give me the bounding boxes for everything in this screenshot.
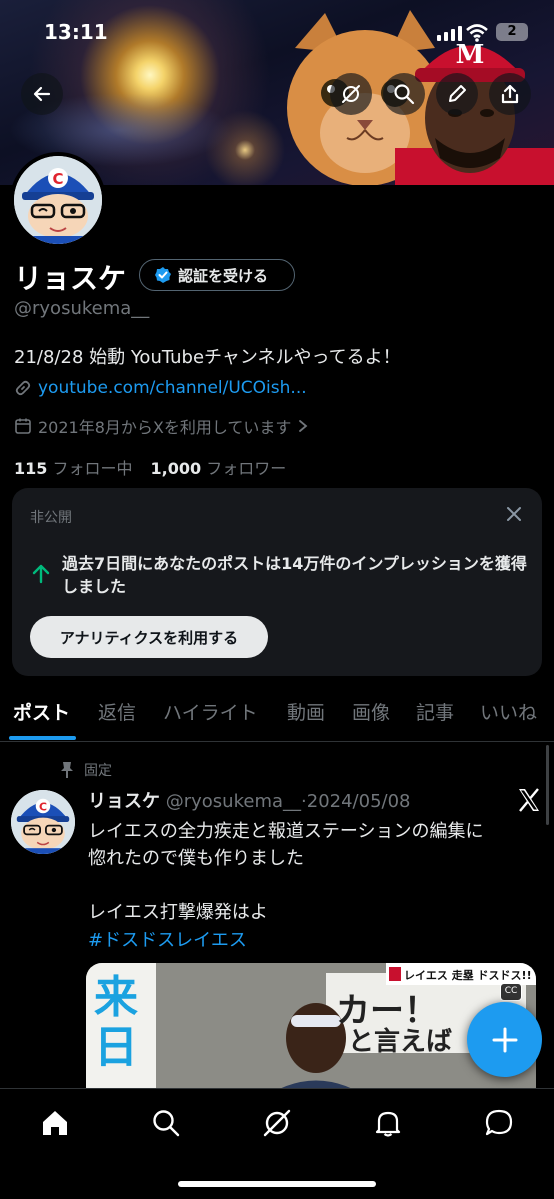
card-message: 過去7日間にあなたのポストは14万件のインプレッションを獲得しました xyxy=(30,552,530,598)
cellular-signal-icon xyxy=(437,26,462,41)
edit-icon xyxy=(449,85,466,102)
svg-text:C: C xyxy=(39,800,47,813)
profile-link-text[interactable]: youtube.com/channel/UCOish... xyxy=(38,378,307,398)
post-text-line-1: レイエスの全力疾走と報道ステーションの編集に xyxy=(88,821,484,842)
bell-icon xyxy=(375,1111,401,1137)
home-icon xyxy=(43,1111,67,1135)
pinned-label: 固定 xyxy=(84,763,112,779)
home-indicator xyxy=(178,1181,376,1187)
messages-icon xyxy=(485,1109,513,1136)
profile-joined[interactable]: 2021年8月からXを利用しています xyxy=(14,414,309,438)
arrow-up-icon xyxy=(32,564,50,584)
scrollbar[interactable] xyxy=(546,745,549,825)
post-date[interactable]: 2024/05/08 xyxy=(307,791,411,812)
nav-messages[interactable] xyxy=(482,1106,516,1140)
analytics-card: 非公開 過去7日間にあなたのポストは14万件のインプレッションを獲得しました ア… xyxy=(12,488,542,676)
grok-icon xyxy=(342,85,360,103)
followers-count: 1,000 xyxy=(150,459,202,478)
profile-bio: 21/8/28 始動 YouTubeチャンネルやってるよ！ xyxy=(14,347,401,368)
share-button[interactable] xyxy=(489,73,531,115)
post-header: リョスケ @ryosukema__·2024/05/08 xyxy=(88,787,411,813)
followers-link[interactable]: 1,000 フォロワー xyxy=(151,455,287,479)
post-author[interactable]: リョスケ xyxy=(88,791,160,812)
post-text-line-2: 惚れたので僕も作りました xyxy=(88,848,304,869)
search-icon xyxy=(394,84,415,105)
profile-link[interactable]: youtube.com/channel/UCOish... xyxy=(14,378,307,398)
get-verified-label: 認証を受ける xyxy=(178,266,269,285)
svg-text:C: C xyxy=(52,170,63,188)
battery-indicator: 2 xyxy=(496,23,528,41)
share-icon xyxy=(501,84,519,104)
active-tab-indicator xyxy=(9,736,76,740)
profile-tabs: ポスト 返信 ハイライト 動画 画像 記事 いいね xyxy=(0,690,554,742)
nav-notifications[interactable] xyxy=(371,1106,405,1140)
verified-badge-icon xyxy=(155,267,171,283)
following-link[interactable]: 115 フォロー中 xyxy=(14,455,133,479)
arrow-left-icon xyxy=(33,86,51,102)
nav-home[interactable] xyxy=(38,1106,72,1140)
nav-search[interactable] xyxy=(149,1106,183,1140)
card-private-label: 非公開 xyxy=(30,510,72,526)
use-analytics-button[interactable]: アナリティクスを利用する xyxy=(30,616,268,658)
nav-grok[interactable] xyxy=(260,1106,294,1140)
close-icon[interactable] xyxy=(504,504,524,524)
link-icon xyxy=(15,380,31,396)
post-text: レイエスの全力疾走と報道ステーションの編集に 惚れたので僕も作りました レイエス… xyxy=(88,818,536,926)
closed-caption-badge[interactable]: CC xyxy=(500,983,522,1001)
wifi-icon xyxy=(466,24,488,42)
back-button[interactable] xyxy=(21,73,63,115)
chevron-right-icon xyxy=(299,420,308,432)
get-verified-button[interactable]: 認証を受ける xyxy=(139,259,295,291)
post-handle[interactable]: @ryosukema__ xyxy=(166,791,301,812)
grok-icon xyxy=(263,1109,291,1137)
pinned-indicator: 固定 xyxy=(60,760,112,780)
media-overlay-text-3: と言えば xyxy=(348,1027,453,1057)
tab-replies[interactable]: 返信 xyxy=(98,698,136,725)
media-overlay-text-1: 来日 xyxy=(94,972,138,1073)
search-icon xyxy=(153,1110,180,1137)
compose-button[interactable] xyxy=(467,1002,542,1077)
profile-handle: @ryosukema__ xyxy=(14,298,150,319)
tab-highlights[interactable]: ハイライト xyxy=(163,698,258,725)
media-caption: レイエス 走塁 ドスドス!! xyxy=(404,969,532,982)
profile-name: リョスケ xyxy=(14,262,127,295)
edit-button[interactable] xyxy=(436,73,478,115)
profile-banner[interactable]: M 13:11 2 xyxy=(0,0,554,185)
card-message-text: 過去7日間にあなたのポストは14万件のインプレッションを獲得しました xyxy=(62,554,527,596)
grok-button[interactable] xyxy=(330,73,372,115)
tab-articles[interactable]: 記事 xyxy=(416,698,454,725)
joined-text: 2021年8月からXを利用しています xyxy=(38,418,292,437)
tab-photos[interactable]: 画像 xyxy=(352,698,390,725)
x-logo-icon xyxy=(519,788,539,812)
profile-avatar[interactable]: C xyxy=(10,152,106,248)
search-button[interactable] xyxy=(383,73,425,115)
tab-likes[interactable]: いいね xyxy=(480,698,537,725)
calendar-icon xyxy=(15,418,31,434)
post-text-line-3: レイエス打撃爆発はよ xyxy=(88,902,268,923)
avatar-image: C xyxy=(14,156,102,244)
post-avatar-image: C xyxy=(11,790,75,854)
post-hashtag[interactable]: #ドスドスレイエス xyxy=(88,926,247,952)
followers-label: フォロワー xyxy=(206,459,287,478)
plus-icon xyxy=(492,1027,517,1052)
pin-icon xyxy=(61,762,73,778)
status-bar: 13:11 2 xyxy=(0,0,554,62)
follow-stats: 115 フォロー中 1,000 フォロワー xyxy=(14,455,286,479)
post-avatar[interactable]: C xyxy=(11,790,75,854)
tab-posts[interactable]: ポスト xyxy=(13,698,70,725)
tab-videos[interactable]: 動画 xyxy=(287,698,325,725)
following-count: 115 xyxy=(14,459,48,478)
following-label: フォロー中 xyxy=(52,459,133,478)
status-time: 13:11 xyxy=(44,20,108,44)
